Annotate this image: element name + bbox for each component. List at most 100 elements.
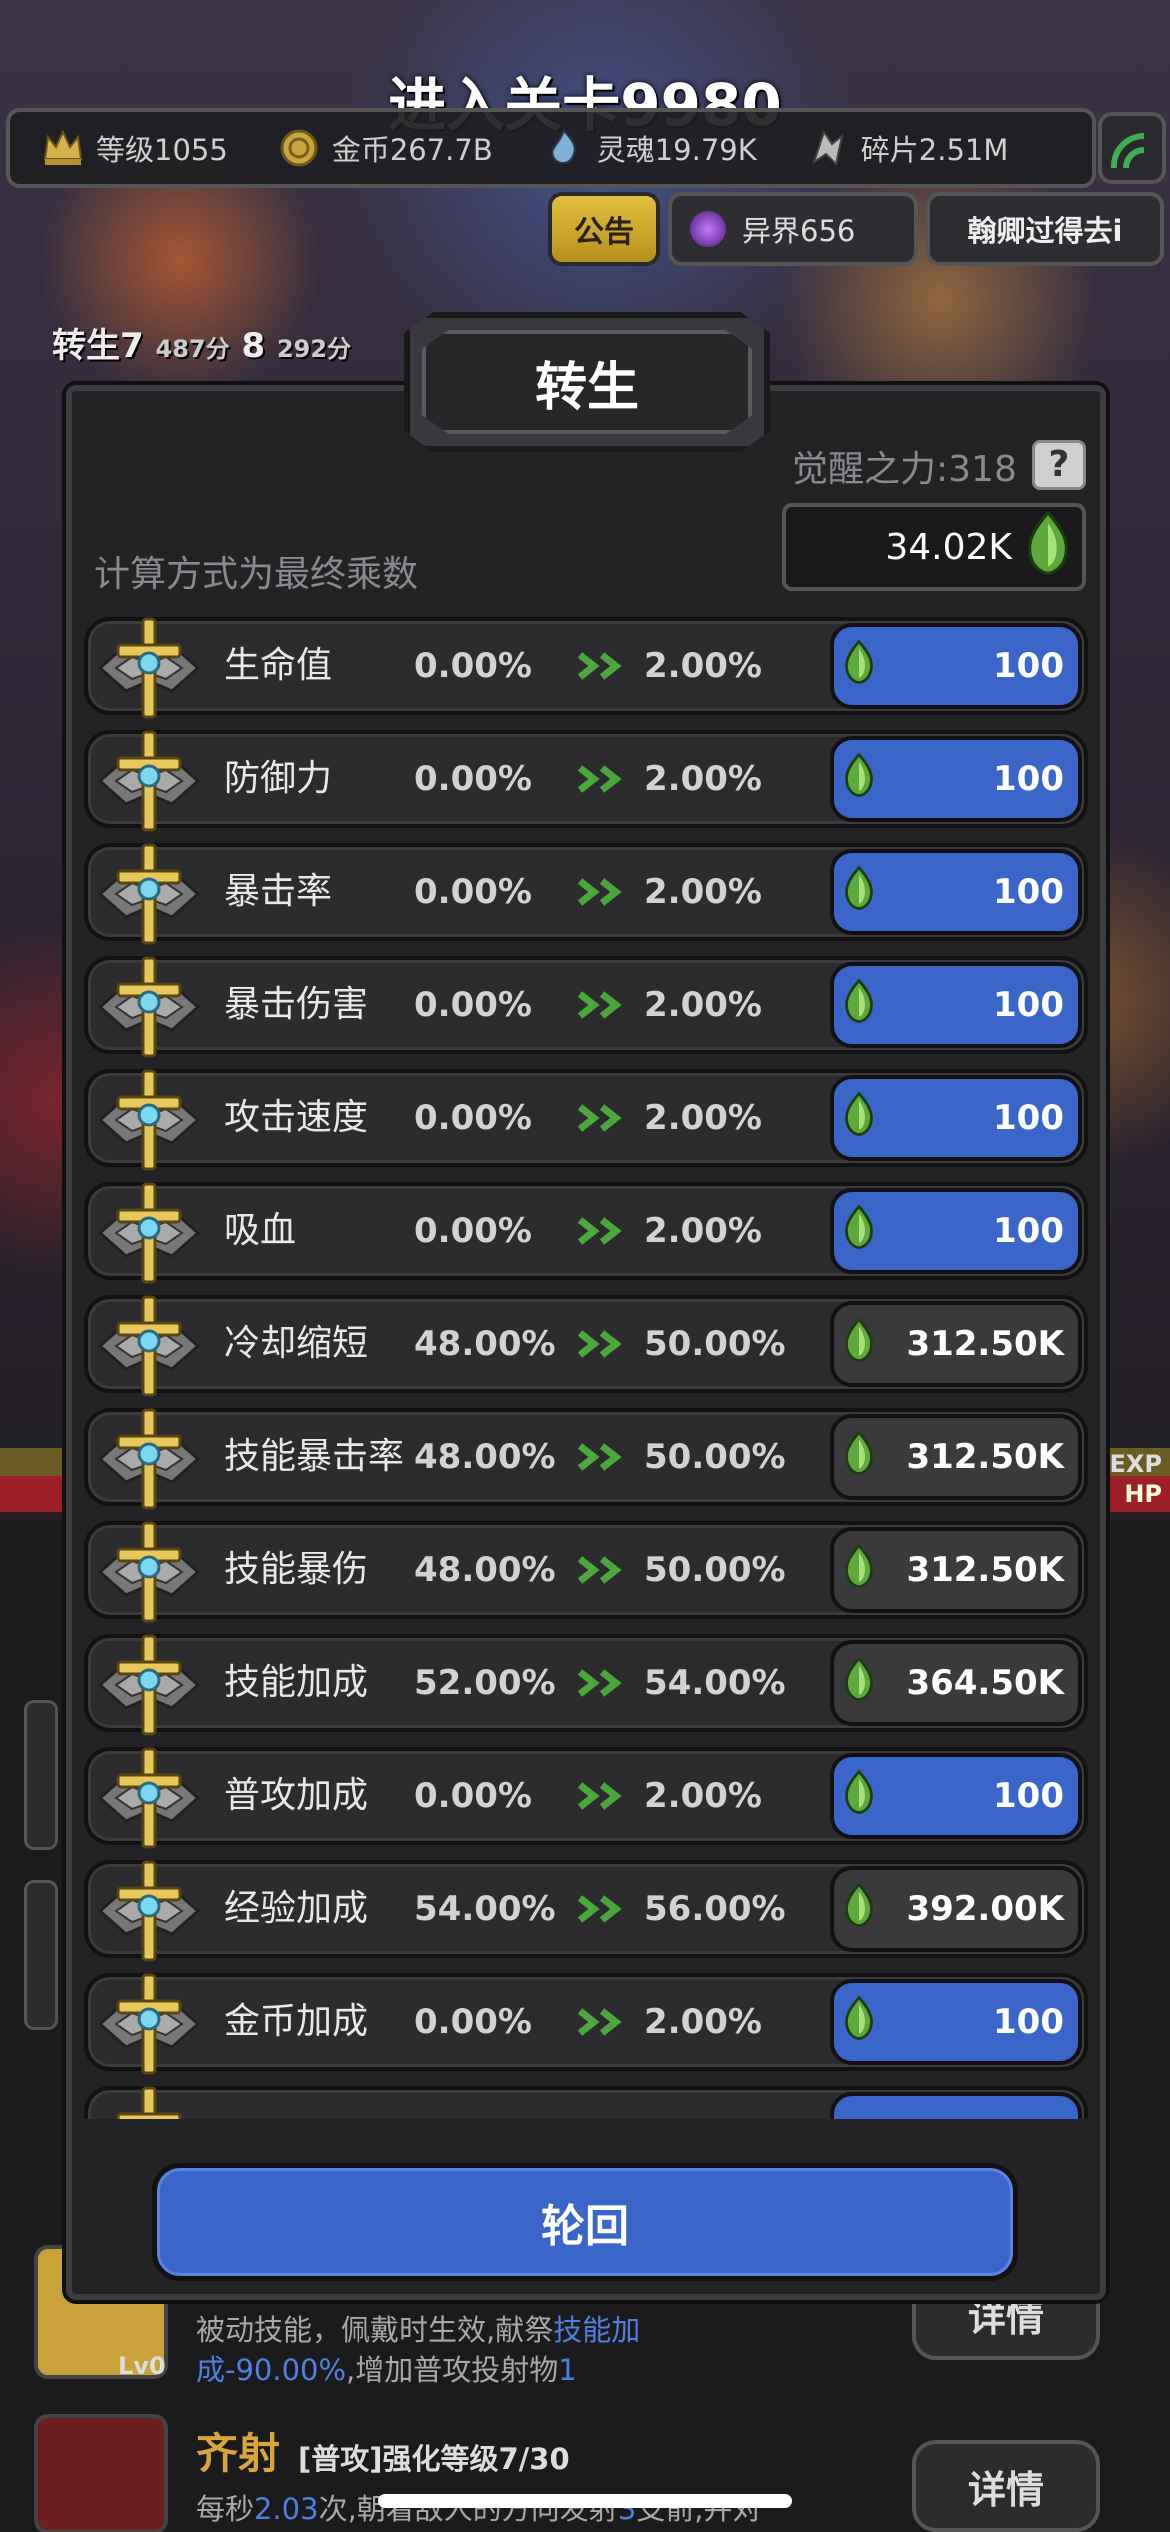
double-arrow-icon: [576, 1329, 630, 1359]
signal-button[interactable]: [1098, 112, 1166, 184]
double-arrow-icon: [576, 1216, 630, 1246]
currency-gold-label: 金币267.7B: [331, 133, 493, 167]
stat-row: 技能暴伤 48.00% 50.00% 312.50K: [84, 1521, 1088, 1623]
stat-row: 攻击速度 0.00% 2.00% 100: [84, 1069, 1088, 1171]
upgrade-cost-button[interactable]: 364.50K: [830, 1640, 1082, 1726]
upgrade-cost-button[interactable]: 100: [830, 1075, 1082, 1161]
upgrade-cost-value: 100: [993, 985, 1064, 1025]
awaken-power: 觉醒之力:318: [792, 449, 1017, 490]
stat-row: 技能暴击率 48.00% 50.00% 312.50K: [84, 1408, 1088, 1510]
stat-next-value: 50.00%: [644, 1437, 786, 1477]
stat-name: 金币加成: [224, 2001, 369, 2042]
cross-badge-icon: [96, 1180, 202, 1286]
reincarnate-button[interactable]: 轮回: [152, 2163, 1018, 2281]
stat-name: 普攻加成: [224, 1775, 369, 1816]
upgrade-cost-button[interactable]: 392.00K: [830, 1866, 1082, 1952]
soul-flame-icon: [541, 125, 587, 171]
upgrade-cost-button[interactable]: 100: [830, 962, 1082, 1048]
cross-badge-icon: [96, 1293, 202, 1399]
currency-level-label: 等级1055: [96, 133, 228, 167]
upgrade-cost-button[interactable]: 100: [830, 736, 1082, 822]
gold-coin-icon: [276, 125, 322, 171]
stat-current-value: 0.00%: [414, 646, 532, 686]
green-gem-icon: [844, 1316, 874, 1372]
upgrade-cost-button[interactable]: 100: [830, 1979, 1082, 2065]
skill-upgrade-level: [普攻]强化等级7/30: [298, 2442, 570, 2476]
green-gem-icon: [844, 1203, 874, 1259]
upgrade-cost-button[interactable]: 312.50K: [830, 1301, 1082, 1387]
green-gem-icon: [844, 1542, 874, 1598]
green-gem-icon: [844, 638, 874, 694]
upgrade-cost-value: 312.50K: [906, 1550, 1064, 1590]
shard-icon: [805, 125, 851, 171]
desc-text: 每秒: [196, 2492, 255, 2526]
stat-name: 技能暴伤: [224, 1549, 369, 1590]
skill-level: Lv0: [118, 2352, 166, 2380]
double-arrow-icon: [576, 877, 630, 907]
upgrade-cost-value: 100: [993, 759, 1064, 799]
green-gem-icon: [844, 1994, 874, 2050]
stat-current-value: 52.00%: [414, 1663, 556, 1703]
stat-row: 吸血 0.00% 2.00% 100: [84, 1182, 1088, 1284]
upgrade-cost-button[interactable]: 100: [830, 1188, 1082, 1274]
upgrade-cost-button[interactable]: 100: [830, 1753, 1082, 1839]
realm-button[interactable]: 异界656: [668, 192, 918, 266]
currency-shard: 碎片2.51M: [805, 125, 1008, 171]
hp-label: HP: [1124, 1480, 1162, 1508]
desc-highlight: 1: [558, 2353, 577, 2387]
volley-skill-icon[interactable]: [34, 2414, 168, 2532]
upgrade-cost-button[interactable]: 312.50K: [830, 1414, 1082, 1500]
detail-button[interactable]: 详情: [912, 2440, 1100, 2532]
double-arrow-icon: [576, 1103, 630, 1133]
gem-balance: 34.02K: [782, 503, 1086, 591]
upgrade-cost-value: 100: [993, 1098, 1064, 1138]
green-gem-icon: [844, 1429, 874, 1485]
stat-name: 吸血: [224, 1210, 297, 1251]
stat-next-value: 2.00%: [644, 1098, 762, 1138]
signal-icon: [1110, 132, 1145, 169]
notice-button[interactable]: 公告: [548, 192, 660, 266]
skill-name: 齐射: [196, 2429, 281, 2478]
cross-badge-icon: [96, 1858, 202, 1964]
currency-bar: 等级1055 金币267.7B 灵魂19.79K 碎片2.51M: [6, 108, 1096, 188]
cross-badge-icon: [96, 954, 202, 1060]
cross-badge-icon: [96, 1745, 202, 1851]
stat-current-value: 48.00%: [414, 1324, 556, 1364]
stat-name: 技能暴击率: [224, 1436, 405, 1477]
stat-name: 暴击率: [224, 871, 333, 912]
desc-text: 被动技能，佩戴时生效,献祭: [196, 2313, 554, 2347]
stat-name: 冷却缩短: [224, 1323, 369, 1364]
green-gem-icon: [844, 977, 874, 1033]
upgrade-cost-button[interactable]: 312.50K: [830, 1527, 1082, 1613]
stat-next-value: 2.00%: [644, 2002, 762, 2042]
upgrade-cost-button[interactable]: [830, 2092, 1082, 2119]
currency-soul-label: 灵魂19.79K: [596, 133, 757, 167]
stat-current-value: 48.00%: [414, 1437, 556, 1477]
currency-soul: 灵魂19.79K: [541, 125, 757, 171]
calculation-note: 计算方式为最终乘数: [94, 554, 419, 595]
stat-row: 暴击伤害 0.00% 2.00% 100: [84, 956, 1088, 1058]
side-card: [24, 1880, 58, 2030]
help-button[interactable]: ?: [1032, 440, 1086, 490]
stat-next-value: 2.00%: [644, 1776, 762, 1816]
cross-badge-icon: [96, 728, 202, 834]
player-name-button[interactable]: 翰卿过得去i: [926, 192, 1164, 266]
stat-next-value: 2.00%: [644, 646, 762, 686]
stat-row: 普攻加成 0.00% 2.00% 100: [84, 1747, 1088, 1849]
green-gem-icon: [844, 1881, 874, 1937]
stat-row: 生命值 0.00% 2.00% 100: [84, 617, 1088, 719]
double-arrow-icon: [576, 764, 630, 794]
stat-current-value: 0.00%: [414, 759, 532, 799]
cross-badge-icon: [96, 841, 202, 947]
upgrade-cost-button[interactable]: 100: [830, 623, 1082, 709]
upgrade-cost-value: 100: [993, 872, 1064, 912]
rebirth-mid: 8: [241, 326, 266, 366]
upgrade-cost-button[interactable]: 100: [830, 849, 1082, 935]
dialog-title: 转生: [422, 330, 752, 434]
cross-badge-icon: [96, 617, 202, 721]
double-arrow-icon: [576, 1555, 630, 1585]
upgrade-cost-value: 100: [993, 2002, 1064, 2042]
home-indicator: [378, 2494, 792, 2508]
double-arrow-icon: [576, 651, 630, 681]
stat-name: 生命值: [224, 645, 333, 686]
